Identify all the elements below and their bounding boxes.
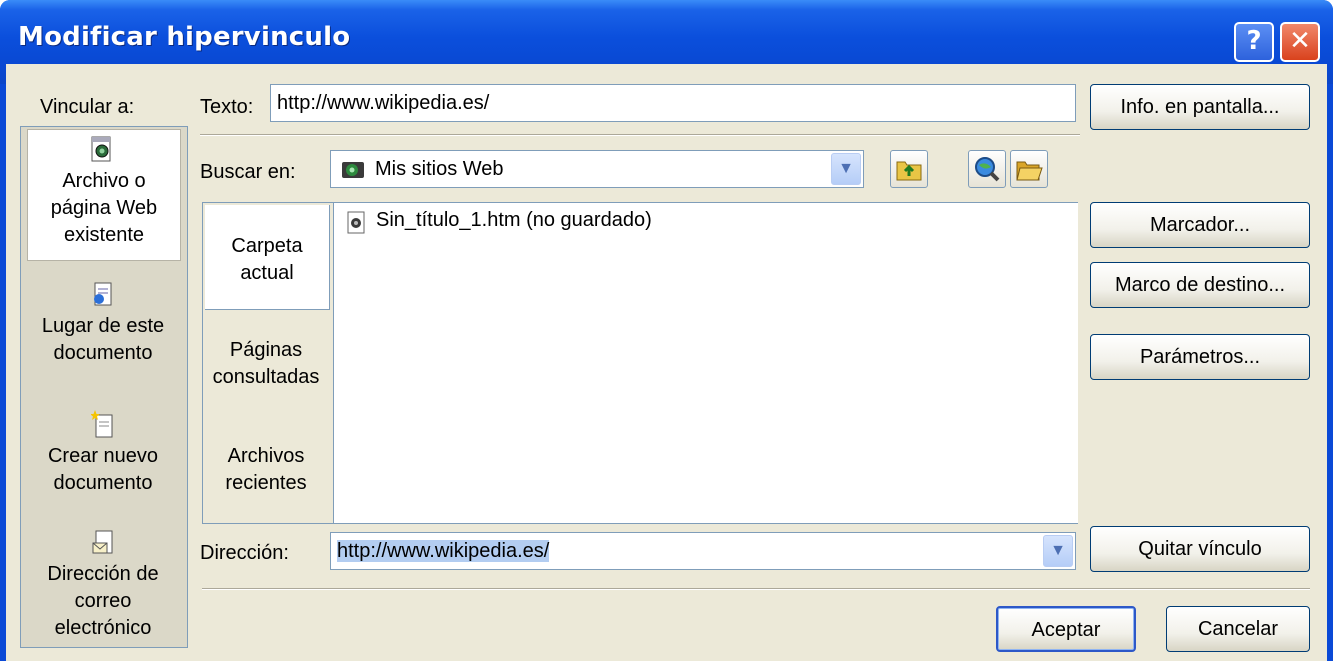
chevron-down-icon[interactable]: ▼ [831,153,861,185]
web-folder-icon [342,162,364,178]
ok-button[interactable]: Aceptar [996,606,1136,652]
sidebar-item-email[interactable]: Dirección de correo electrónico [27,527,179,647]
sidebar-item-label: Archivo o página Web existente [50,170,158,246]
sidebar-item-existing-file[interactable]: Archivo o página Web existente [27,129,181,261]
address-value: http://www.wikipedia.es/ [337,540,550,562]
tab-recent-files[interactable]: Archivos recientes [203,443,329,497]
globe-search-icon [975,157,1000,182]
web-page-icon [91,136,111,162]
cancel-button[interactable]: Cancelar [1166,606,1310,652]
tab-label: Carpeta actual [231,235,303,284]
remove-link-button[interactable]: Quitar vínculo [1090,526,1310,572]
link-type-sidebar: Archivo o página Web existente Lugar de es… [20,126,188,648]
file-list[interactable]: Sin_título_1.htm (no guardado) [333,203,1078,523]
sidebar-item-new-document[interactable]: Crear nuevo documento [27,407,179,507]
html-file-icon [347,211,365,234]
link-to-label: Vincular a: [40,96,135,118]
file-browser: Carpeta actual Páginas consultadas Archivo… [202,202,1078,524]
separator [200,134,1080,136]
parameters-button[interactable]: Parámetros... [1090,334,1310,380]
email-document-icon [92,530,113,554]
file-name: Sin_título_1.htm (no guardado) [376,209,652,231]
browse-web-button[interactable] [968,150,1006,188]
address-label: Dirección: [200,542,289,564]
dialog-body: Vincular a: Archivo o página Web existente… [6,64,1327,661]
sidebar-item-this-document[interactable]: Lugar de este documento [27,277,179,377]
chevron-down-icon[interactable]: ▼ [1043,535,1073,567]
separator [202,588,1310,590]
display-text-input[interactable]: http://www.wikipedia.es/ [270,84,1076,122]
sidebar-item-label: Dirección de correo electrónico [47,563,159,639]
browse-file-button[interactable] [1010,150,1048,188]
look-in-label: Buscar en: [200,161,296,183]
document-place-icon [94,282,112,306]
sidebar-item-label: Lugar de este documento [41,315,165,364]
new-document-icon [91,410,113,438]
tab-browsed-pages[interactable]: Páginas consultadas [203,337,329,391]
folder-up-icon [896,161,922,181]
bookmark-button[interactable]: Marcador... [1090,202,1310,248]
help-button[interactable]: ? [1234,22,1274,62]
sidebar-item-label: Crear nuevo documento [47,445,159,494]
dialog-window: Modificar hipervinculo ? ✕ Vincular a: A… [0,0,1333,661]
address-combo[interactable]: http://www.wikipedia.es/ ▼ [330,532,1076,570]
look-in-value: Mis sitios Web [375,158,504,180]
dialog-title: Modificar hipervinculo [18,22,351,52]
open-folder-icon [1016,161,1043,181]
screen-tip-button[interactable]: Info. en pantalla... [1090,84,1310,130]
tab-current-folder[interactable]: Carpeta actual [205,205,330,310]
up-folder-button[interactable] [890,150,928,188]
close-button[interactable]: ✕ [1280,22,1320,62]
text-label: Texto: [200,96,254,118]
look-in-combo[interactable]: Mis sitios Web ▼ [330,150,864,188]
target-frame-button[interactable]: Marco de destino... [1090,262,1310,308]
